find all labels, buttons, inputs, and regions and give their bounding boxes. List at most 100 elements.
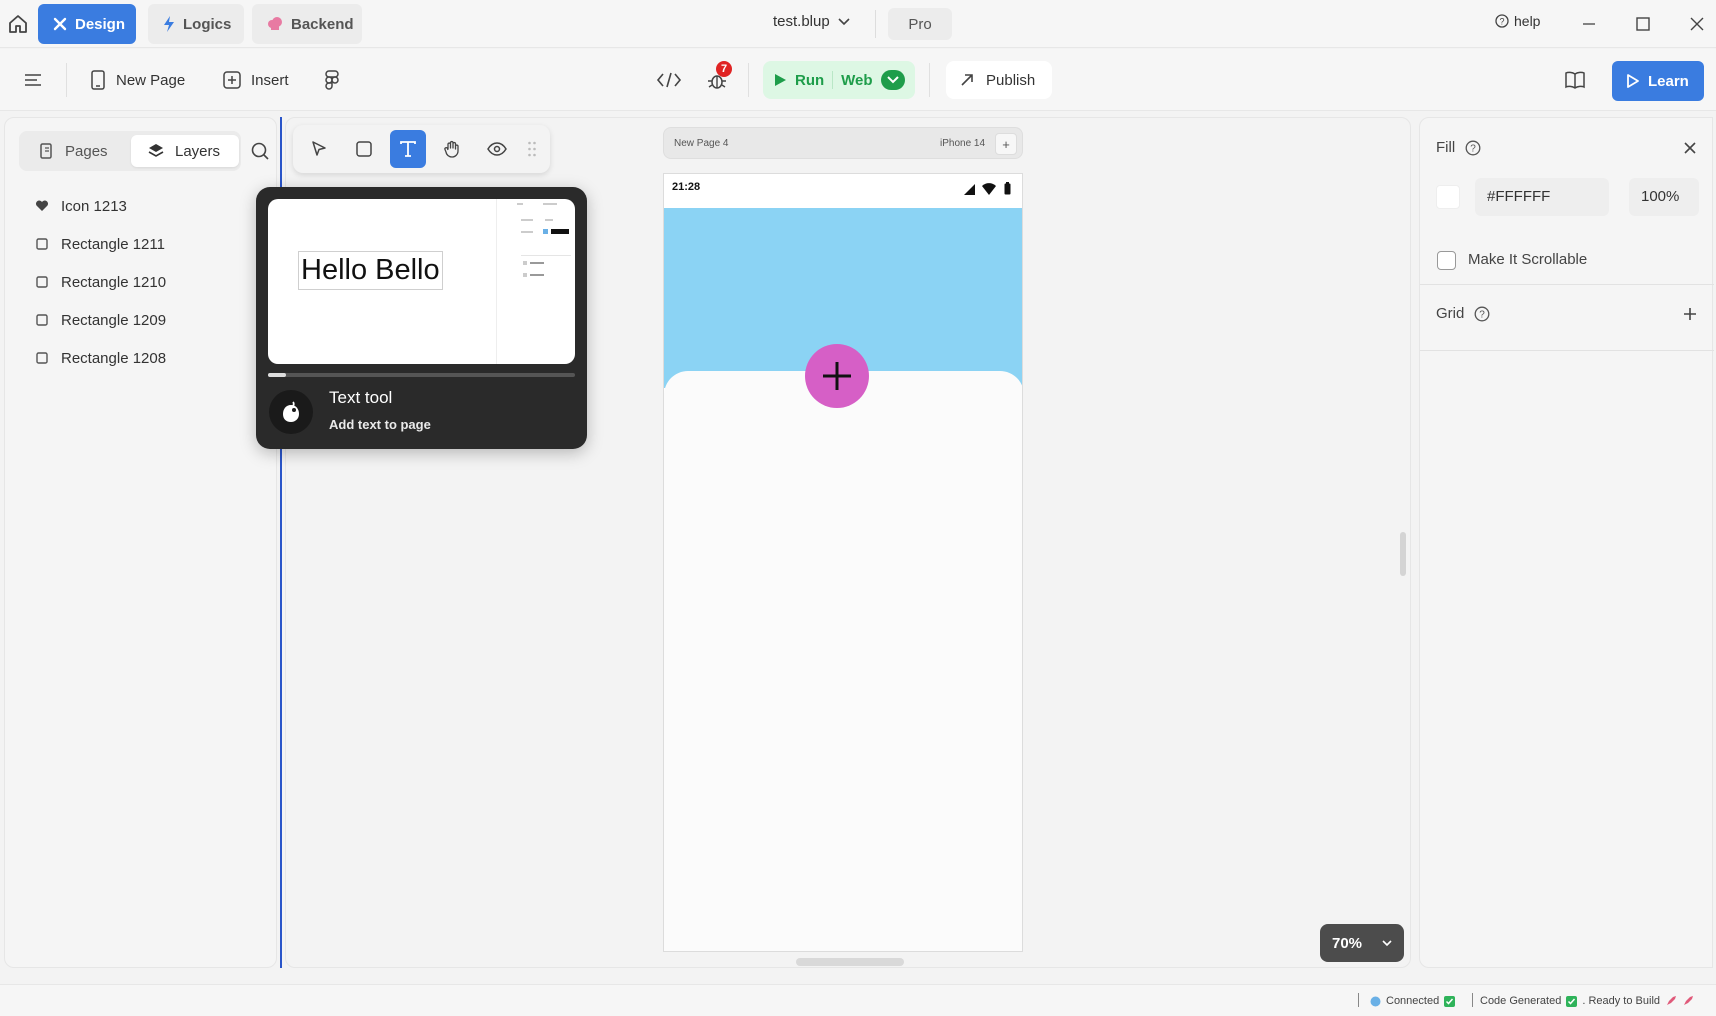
panel-switcher: Pages Layers (19, 131, 241, 171)
learn-label: Learn (1648, 72, 1689, 90)
tab-design-label: Design (75, 15, 126, 33)
globe-icon (1370, 996, 1381, 1007)
ready-label: . Ready to Build (1582, 995, 1660, 1007)
figma-icon[interactable] (324, 64, 340, 96)
signal-icon (964, 184, 976, 195)
chevron-down-icon (1382, 939, 1392, 947)
book-icon[interactable] (1564, 64, 1586, 96)
lightning-icon (163, 16, 175, 32)
layer-label: Rectangle 1208 (61, 349, 167, 367)
heart-icon (35, 199, 49, 213)
new-page-button[interactable]: New Page (90, 64, 185, 96)
home-icon[interactable] (6, 12, 30, 36)
layers-icon (147, 142, 165, 160)
add-button[interactable] (805, 344, 869, 408)
svg-text:?: ? (1480, 309, 1486, 320)
fill-section-title: Fill ? (1436, 139, 1481, 156)
play-icon (773, 73, 787, 87)
vertical-scrollbar[interactable] (1400, 532, 1406, 576)
wifi-icon (982, 183, 996, 195)
grid-section-title: Grid ? (1436, 305, 1490, 322)
tab-backend[interactable]: Backend (252, 4, 362, 44)
insert-label: Insert (251, 71, 289, 89)
fill-label: Fill (1436, 139, 1456, 156)
publish-label: Publish (986, 71, 1036, 89)
drag-handle-icon[interactable] (523, 130, 542, 168)
question-icon: ? (1495, 14, 1509, 28)
hand-tool-icon[interactable] (434, 130, 470, 168)
preview-eye-icon[interactable] (479, 130, 515, 168)
title-bar: Design Logics Backend test.blup Pro ? he… (0, 0, 1716, 48)
learn-button[interactable]: Learn (1612, 61, 1704, 101)
search-icon[interactable] (249, 140, 271, 162)
layer-item[interactable]: Rectangle 1210 (35, 270, 166, 294)
play-outline-icon (1626, 73, 1640, 89)
toolbar: New Page Insert Run Web Publish Learn (0, 49, 1716, 111)
new-page-label: New Page (116, 71, 186, 89)
close-icon[interactable] (1682, 140, 1698, 156)
run-button[interactable]: Run Web (763, 61, 915, 99)
platform-label: Web (841, 71, 873, 89)
divider (66, 63, 67, 97)
help-link[interactable]: ? help (1495, 13, 1540, 29)
pro-button[interactable]: Pro (888, 8, 952, 40)
minimize-icon[interactable] (1577, 12, 1601, 36)
text-tool-tooltip: Hello Bello Text tool Add text to page (256, 187, 587, 449)
platform-chevron-icon[interactable] (880, 70, 905, 90)
preview-text: Hello Bello (298, 251, 443, 290)
layer-item[interactable]: Rectangle 1208 (35, 346, 166, 370)
layer-item[interactable]: Rectangle 1211 (35, 232, 165, 256)
page-frame-header[interactable]: New Page 4 iPhone 14 + (663, 127, 1023, 159)
zoom-select[interactable]: 70% (1320, 924, 1404, 962)
rocket-icon (1665, 995, 1677, 1007)
connection-status: Connected (1370, 995, 1456, 1007)
help-icon[interactable]: ? (1474, 306, 1490, 322)
tab-pages-label: Pages (65, 142, 108, 160)
text-tool-icon[interactable] (389, 130, 427, 168)
device-name[interactable]: iPhone 14 (940, 138, 985, 149)
battery-icon (1004, 182, 1011, 195)
tab-layers[interactable]: Layers (131, 135, 239, 167)
status-bar: Connected Code Generated . Ready to Buil… (0, 984, 1716, 1016)
pages-icon (39, 142, 55, 160)
zoom-value: 70% (1332, 934, 1363, 952)
fill-hex-input[interactable]: #FFFFFF (1475, 178, 1609, 216)
tab-logics[interactable]: Logics (148, 4, 244, 44)
properties-panel: Fill ? #FFFFFF 100% Make It Scrollable G… (1419, 117, 1714, 968)
publish-button[interactable]: Publish (946, 61, 1052, 99)
status-time: 21:28 (672, 181, 701, 193)
phone-frame[interactable]: 21:28 (663, 173, 1023, 952)
layer-item[interactable]: Rectangle 1209 (35, 308, 166, 332)
code-icon[interactable] (656, 64, 682, 96)
add-grid-icon[interactable] (1682, 306, 1698, 322)
rectangle-tool-icon[interactable] (345, 130, 381, 168)
code-generated-label: Code Generated (1480, 995, 1562, 1007)
add-frame-button[interactable]: + (995, 133, 1017, 155)
file-name-dropdown[interactable]: test.blup (773, 13, 850, 30)
horizontal-scrollbar[interactable] (796, 958, 904, 966)
tab-pages[interactable]: Pages (23, 135, 123, 167)
fill-color-swatch[interactable] (1436, 185, 1460, 209)
select-tool-icon[interactable] (301, 130, 337, 168)
tab-design[interactable]: Design (38, 4, 136, 44)
tooltip-subtitle: Add text to page (329, 417, 431, 432)
design-icon (53, 17, 67, 31)
help-label: help (1514, 13, 1541, 29)
tooltip-preview: Hello Bello (268, 199, 575, 364)
maximize-icon[interactable] (1631, 12, 1655, 36)
scrollable-checkbox[interactable] (1437, 251, 1456, 270)
layer-item[interactable]: Icon 1213 (35, 194, 127, 218)
fill-opacity-input[interactable]: 100% (1629, 178, 1699, 216)
menu-icon[interactable] (22, 64, 44, 96)
content-rectangle[interactable] (664, 371, 1022, 951)
insert-button[interactable]: Insert (223, 64, 289, 96)
run-label: Run (795, 71, 825, 89)
help-icon[interactable]: ? (1465, 140, 1481, 156)
layers-panel: Pages Layers Icon 1213 Rectangle 1211 Re… (4, 117, 277, 968)
tab-logics-label: Logics (183, 15, 232, 33)
close-window-icon[interactable] (1685, 12, 1709, 36)
phone-icon (90, 70, 106, 90)
chevron-down-icon (838, 17, 850, 26)
tool-palette (293, 125, 550, 173)
arrow-up-right-icon (960, 73, 974, 87)
